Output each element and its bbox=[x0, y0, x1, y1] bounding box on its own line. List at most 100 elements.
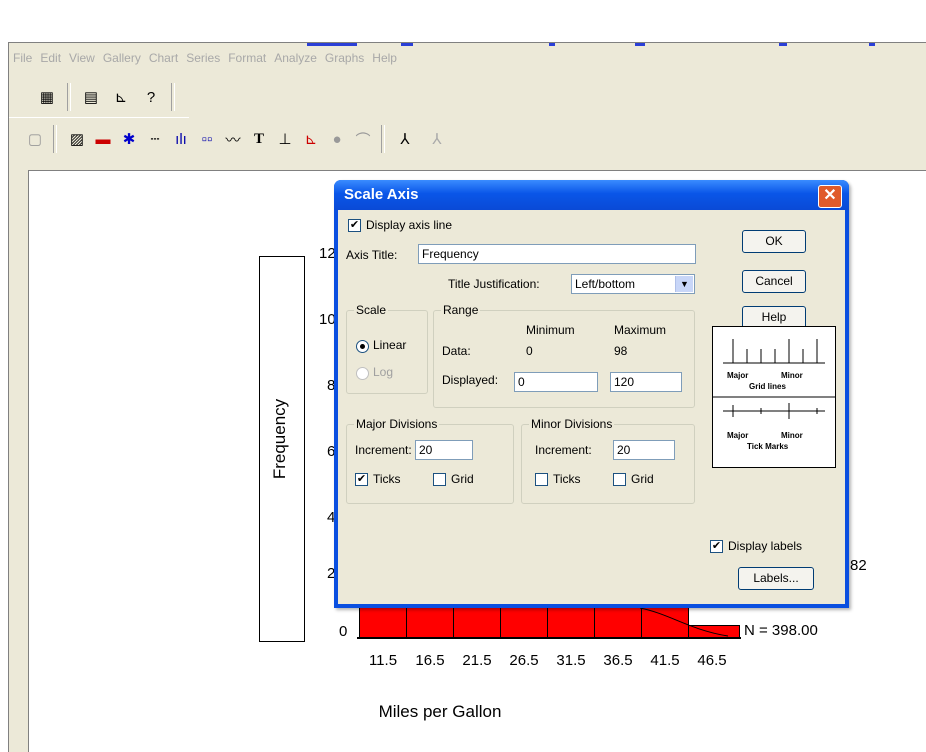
close-icon[interactable]: ✕ bbox=[818, 185, 842, 208]
minor-divisions-title: Minor Divisions bbox=[529, 417, 615, 431]
menu-chart[interactable]: Chart bbox=[145, 49, 182, 65]
pie-explode-icon[interactable]: ● bbox=[325, 127, 349, 151]
menu-series[interactable]: Series bbox=[182, 49, 224, 65]
toolbar-chart: ▢ ▨ ▬ ✱ ┄ ılı ▫▫ 〰 T ⊥ ⊾ ● ⌒ ⅄ ⅄ bbox=[9, 121, 569, 159]
preview-grid-lines-label: Grid lines bbox=[749, 382, 786, 391]
histogram-bar[interactable] bbox=[406, 604, 454, 638]
histogram-bar[interactable] bbox=[547, 604, 595, 638]
minor-increment-label: Increment: bbox=[535, 443, 592, 457]
interpolation-icon[interactable]: 〰 bbox=[221, 127, 245, 151]
text-icon[interactable]: T bbox=[247, 127, 271, 151]
data-label: Data: bbox=[442, 344, 471, 358]
x-tick-label: 16.5 bbox=[415, 652, 445, 669]
minimum-header: Minimum bbox=[526, 323, 575, 337]
color-icon[interactable]: ▬ bbox=[91, 127, 115, 151]
scale-log-label: Log bbox=[373, 365, 394, 379]
dialog-title-bar[interactable]: Scale Axis ✕ bbox=[334, 180, 849, 210]
ok-button[interactable]: OK bbox=[742, 230, 806, 253]
histogram-bar[interactable] bbox=[500, 604, 548, 638]
title-justification-value: Left/bottom bbox=[575, 277, 636, 291]
display-labels-checkbox[interactable]: ✔ bbox=[710, 540, 723, 553]
menu-view[interactable]: View bbox=[65, 49, 99, 65]
preview-major-label: Major bbox=[727, 431, 749, 440]
chevron-down-icon: ▼ bbox=[675, 276, 693, 292]
preview-minor-label: Minor bbox=[781, 431, 803, 440]
menu-bar: File Edit View Gallery Chart Series Format Anal… bbox=[9, 49, 926, 69]
help-pointer-icon[interactable]: ? bbox=[139, 85, 163, 109]
menu-analyze[interactable]: Analyze bbox=[270, 49, 321, 65]
scale-linear-radio[interactable] bbox=[356, 340, 369, 353]
major-divisions-title: Major Divisions bbox=[354, 417, 440, 431]
displayed-max-input[interactable] bbox=[610, 372, 682, 392]
minor-ticks-label: Ticks bbox=[553, 472, 581, 486]
axis-title-input[interactable] bbox=[418, 244, 696, 264]
x-axis-title: Miles per Gallon bbox=[378, 702, 502, 721]
menu-gallery[interactable]: Gallery bbox=[99, 49, 145, 65]
chart-axis-icon[interactable]: ⊾ bbox=[109, 85, 133, 109]
curve-icon[interactable]: ⌒ bbox=[351, 127, 375, 151]
data-max-value: 98 bbox=[614, 344, 628, 358]
data-min-value: 0 bbox=[526, 344, 533, 358]
x-axis-line bbox=[357, 637, 741, 639]
histogram-bar[interactable] bbox=[594, 604, 642, 638]
minor-divisions-group: Minor Divisions Increment: Ticks Grid bbox=[521, 417, 695, 504]
histogram-bar[interactable] bbox=[359, 604, 407, 638]
major-increment-input[interactable] bbox=[415, 440, 473, 460]
x-tick-label: 31.5 bbox=[556, 652, 586, 669]
major-divisions-group: Major Divisions Increment: ✔ Ticks Grid bbox=[346, 417, 514, 504]
menu-edit[interactable]: Edit bbox=[36, 49, 65, 65]
y-tick-label: 0 bbox=[339, 623, 348, 640]
axis-title-label: Axis Title: bbox=[346, 248, 398, 262]
bar-style-icon[interactable]: ılı bbox=[169, 127, 193, 151]
export-chart-icon[interactable]: ▦ bbox=[35, 85, 59, 109]
displayed-label: Displayed: bbox=[442, 373, 499, 387]
scale-linear-label: Linear bbox=[373, 338, 407, 352]
x-tick-label: 26.5 bbox=[509, 652, 539, 669]
display-labels-label: Display labels bbox=[728, 539, 803, 553]
display-axis-line-label: Display axis line bbox=[366, 218, 453, 232]
bar-label-icon[interactable]: ▫▫ bbox=[195, 127, 219, 151]
menu-graphs[interactable]: Graphs bbox=[321, 49, 368, 65]
display-axis-line-checkbox[interactable]: ✔ bbox=[348, 219, 361, 232]
spin-icon[interactable]: ⅄ bbox=[425, 127, 449, 151]
displayed-min-input[interactable] bbox=[514, 372, 598, 392]
major-increment-label: Increment: bbox=[355, 443, 412, 457]
labels-button[interactable]: Labels... bbox=[738, 567, 814, 590]
major-ticks-checkbox[interactable]: ✔ bbox=[355, 473, 368, 486]
dialog-title: Scale Axis bbox=[344, 186, 419, 203]
marker-icon[interactable]: ✱ bbox=[117, 127, 141, 151]
major-grid-checkbox[interactable] bbox=[433, 473, 446, 486]
major-grid-label: Grid bbox=[451, 472, 474, 486]
y-axis-title-box[interactable]: Frequency bbox=[259, 256, 305, 642]
scale-axis-icon[interactable]: ⊾ bbox=[299, 127, 323, 151]
toolbar-standard: ▦ ▤ ⊾ ? bbox=[9, 79, 189, 118]
title-bar-strip bbox=[9, 43, 926, 47]
x-tick-label: 11.5 bbox=[368, 652, 398, 669]
minor-increment-input[interactable] bbox=[613, 440, 675, 460]
maximum-header: Maximum bbox=[614, 323, 667, 337]
x-tick-label: 46.5 bbox=[697, 652, 727, 669]
data-table-icon[interactable]: ▤ bbox=[79, 85, 103, 109]
3d-rotation-icon[interactable]: ⅄ bbox=[393, 127, 417, 151]
x-tick-label: 21.5 bbox=[462, 652, 492, 669]
dialog-body: ✔ Display axis line Axis Title: Title Ju… bbox=[338, 210, 845, 604]
scale-axis-dialog: Scale Axis ✕ ✔ Display axis line Axis Ti… bbox=[334, 180, 849, 608]
menu-file[interactable]: File bbox=[9, 49, 36, 65]
minor-ticks-checkbox[interactable] bbox=[535, 473, 548, 486]
select-icon[interactable]: ▢ bbox=[23, 127, 47, 151]
menu-help[interactable]: Help bbox=[368, 49, 401, 65]
x-tick-label: 41.5 bbox=[650, 652, 680, 669]
minor-grid-checkbox[interactable] bbox=[613, 473, 626, 486]
fill-pattern-icon[interactable]: ▨ bbox=[65, 127, 89, 151]
normal-curve bbox=[640, 607, 729, 637]
line-style-icon[interactable]: ┄ bbox=[143, 127, 167, 151]
axis-icon[interactable]: ⊥ bbox=[273, 127, 297, 151]
menu-format[interactable]: Format bbox=[224, 49, 270, 65]
scale-log-radio[interactable] bbox=[356, 367, 369, 380]
histogram-bar[interactable] bbox=[453, 604, 501, 638]
major-ticks-label: Ticks bbox=[373, 472, 401, 486]
scale-group: Scale Linear Log bbox=[346, 303, 428, 394]
cancel-button[interactable]: Cancel bbox=[742, 270, 806, 293]
title-justification-select[interactable]: Left/bottom ▼ bbox=[571, 274, 695, 294]
preview-minor-label: Minor bbox=[781, 371, 803, 380]
